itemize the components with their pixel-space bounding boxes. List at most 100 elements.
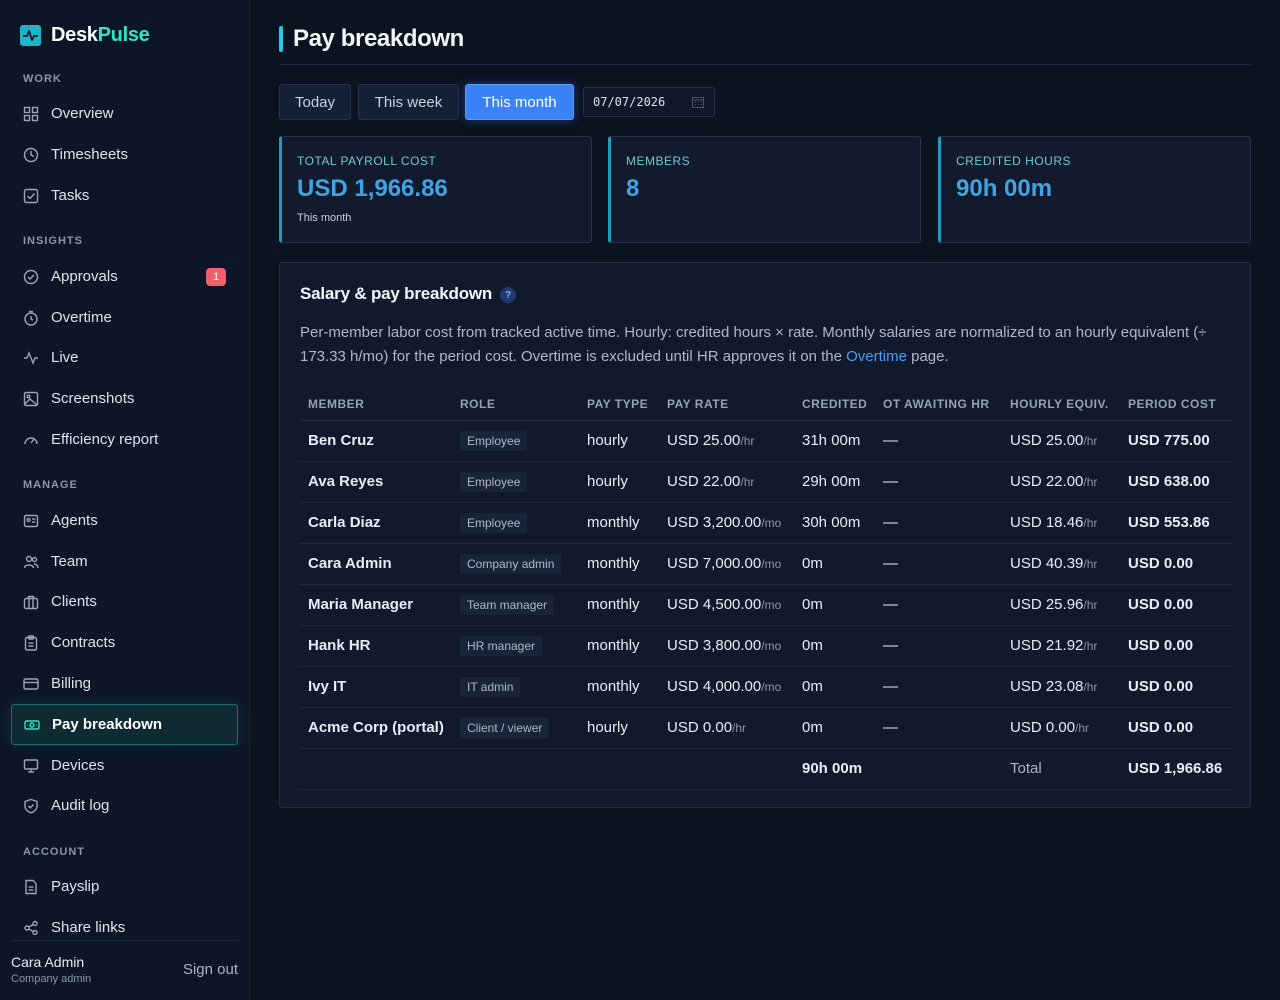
column-header-pay-rate[interactable]: PAY RATE	[659, 389, 794, 421]
column-header-period-cost[interactable]: PERIOD COST	[1120, 389, 1232, 421]
date-value: 07/07/2026	[593, 95, 666, 109]
sidebar-item-label: Efficiency report	[51, 431, 159, 448]
table-row[interactable]: Maria Manager Team manager monthly USD 4,50…	[300, 584, 1232, 626]
date-picker-input[interactable]: 07/07/2026	[583, 87, 715, 117]
pay-type: hourly	[579, 707, 659, 749]
banknote-icon	[24, 717, 40, 733]
sidebar: DeskPulse WORK Overview Timesheets Tasks…	[0, 0, 250, 1000]
sidebar-item-clients[interactable]: Clients	[11, 581, 238, 622]
hourly-equiv-cell: USD 0.00/hr	[1002, 707, 1120, 749]
sidebar-item-agents[interactable]: Agents	[11, 500, 238, 541]
pay-rate-cell: USD 22.00/hr	[659, 461, 794, 503]
table-row[interactable]: Ivy IT IT admin monthly USD 4,000.00/mo 0m — U…	[300, 666, 1232, 708]
sidebar-item-efficiency-report[interactable]: Efficiency report	[11, 419, 238, 460]
sidebar-item-payslip[interactable]: Payslip	[11, 866, 238, 907]
brand-name: DeskPulse	[51, 24, 150, 47]
pay-type: hourly	[579, 461, 659, 503]
panel-title: Salary & pay breakdown ?	[300, 284, 517, 304]
overtime-link[interactable]: Overtime	[846, 348, 907, 365]
pay-rate: USD 3,200.00	[667, 514, 762, 531]
pay-type: monthly	[579, 543, 659, 585]
ot-awaiting: —	[875, 584, 1002, 626]
hourly-equiv-unit: /hr	[1083, 475, 1098, 489]
ot-awaiting: —	[875, 420, 1002, 462]
sidebar-item-label: Clients	[51, 593, 97, 610]
pay-rate: USD 3,800.00	[667, 637, 762, 654]
sidebar-item-timesheets[interactable]: Timesheets	[11, 134, 238, 175]
credited-hours: 0m	[794, 625, 875, 667]
hourly-equiv: USD 25.96	[1010, 596, 1084, 613]
role-pill: Employee	[460, 512, 528, 533]
stat-value: 90h 00m	[956, 175, 1053, 202]
pay-rate-unit: /mo	[761, 598, 782, 612]
table-row[interactable]: Ben Cruz Employee hourly USD 25.00/hr 31h 00…	[300, 420, 1232, 462]
filter-today-button[interactable]: Today	[279, 84, 351, 120]
pay-rate-cell: USD 3,200.00/mo	[659, 502, 794, 544]
pay-rate-cell: USD 4,500.00/mo	[659, 584, 794, 626]
help-icon[interactable]: ?	[500, 287, 517, 303]
pay-rate: USD 4,000.00	[667, 678, 762, 695]
sidebar-item-live[interactable]: Live	[11, 337, 238, 378]
sign-out-button[interactable]: Sign out	[183, 961, 238, 978]
member-name: Maria Manager	[300, 584, 452, 626]
column-header-pay-type[interactable]: PAY TYPE	[579, 389, 659, 421]
user-name: Cara Admin	[11, 954, 85, 970]
stat-value: USD 1,966.86	[297, 175, 448, 202]
column-header-role[interactable]: ROLE	[452, 389, 579, 421]
member-name: Carla Diaz	[300, 502, 452, 544]
total-empty-cell	[875, 748, 1002, 790]
column-header-hourly-equiv[interactable]: HOURLY EQUIV.	[1002, 389, 1120, 421]
sidebar-item-share-links[interactable]: Share links	[11, 907, 238, 935]
sidebar-item-tasks[interactable]: Tasks	[11, 175, 238, 216]
table-header-row: MEMBER ROLE PAY TYPE PAY RATE CREDITED O…	[300, 389, 1232, 421]
total-cost: USD 1,966.86	[1120, 748, 1232, 790]
filter-this-week-button[interactable]: This week	[358, 84, 459, 120]
nav-section-account: ACCOUNT	[23, 846, 85, 858]
sidebar-item-audit-log[interactable]: Audit log	[11, 785, 238, 826]
pay-rate: USD 22.00	[667, 473, 741, 490]
pay-type: monthly	[579, 584, 659, 626]
ot-awaiting: —	[875, 502, 1002, 544]
column-header-credited[interactable]: CREDITED	[794, 389, 875, 421]
filter-this-month-button[interactable]: This month	[465, 84, 574, 120]
sidebar-item-devices[interactable]: Devices	[11, 745, 238, 786]
role-cell: HR manager	[452, 625, 579, 667]
sidebar-item-billing[interactable]: Billing	[11, 663, 238, 704]
credited-hours: 0m	[794, 543, 875, 585]
role-cell: Employee	[452, 461, 579, 503]
hourly-equiv: USD 23.08	[1010, 678, 1084, 695]
clipboard-icon	[23, 634, 39, 651]
sidebar-item-contracts[interactable]: Contracts	[11, 622, 238, 663]
page-title: Pay breakdown	[293, 25, 464, 52]
role-pill: Company admin	[460, 553, 562, 574]
sidebar-scroll-clip: Share links	[0, 907, 249, 935]
table-row[interactable]: Cara Admin Company admin monthly USD 7,000.…	[300, 543, 1232, 585]
pay-rate-cell: USD 4,000.00/mo	[659, 666, 794, 708]
brand[interactable]: DeskPulse	[20, 24, 150, 47]
sidebar-footer: Cara Admin Company admin Sign out	[11, 940, 238, 1000]
member-name: Ben Cruz	[300, 420, 452, 462]
sidebar-item-overtime[interactable]: Overtime	[11, 297, 238, 338]
column-header-member[interactable]: MEMBER	[300, 389, 452, 421]
pay-rate-cell: USD 0.00/hr	[659, 707, 794, 749]
table-row[interactable]: Hank HR HR manager monthly USD 3,800.00/mo 0…	[300, 625, 1232, 667]
ot-awaiting: —	[875, 625, 1002, 667]
nav-section-work: WORK	[23, 73, 62, 85]
table-row[interactable]: Carla Diaz Employee monthly USD 3,200.00/mo…	[300, 502, 1232, 544]
sidebar-item-pay-breakdown[interactable]: Pay breakdown	[11, 704, 238, 745]
sidebar-item-overview[interactable]: Overview	[11, 93, 238, 134]
member-name: Cara Admin	[300, 543, 452, 585]
sidebar-item-screenshots[interactable]: Screenshots	[11, 378, 238, 419]
sidebar-item-approvals[interactable]: Approvals 1	[11, 256, 238, 297]
column-header-ot-awaiting-hr[interactable]: OT AWAITING HR	[875, 389, 1002, 421]
hourly-equiv: USD 18.46	[1010, 514, 1084, 531]
pay-rate: USD 7,000.00	[667, 555, 762, 572]
table-row[interactable]: Ava Reyes Employee hourly USD 22.00/hr 29h 0…	[300, 461, 1232, 503]
sidebar-item-team[interactable]: Team	[11, 541, 238, 582]
sidebar-item-label: Contracts	[51, 634, 116, 651]
calendar-icon[interactable]	[692, 96, 704, 111]
role-cell: IT admin	[452, 666, 579, 708]
table-row[interactable]: Acme Corp (portal) Client / viewer hourly U…	[300, 707, 1232, 749]
hourly-equiv-cell: USD 18.46/hr	[1002, 502, 1120, 544]
table-total-row: 90h 00m Total USD 1,966.86	[300, 748, 1232, 790]
